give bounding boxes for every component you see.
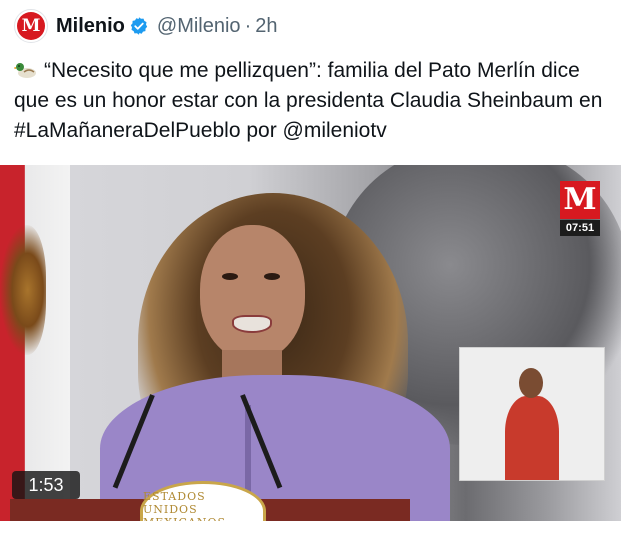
- speaker-mouth: [232, 315, 272, 333]
- channel-logo: M: [560, 181, 600, 219]
- channel-clock: 07:51: [560, 220, 600, 236]
- video-player[interactable]: ESTADOS UNIDOS MEXICANOS M 07:51 1:53: [0, 165, 621, 521]
- tweet-text: “Necesito que me pellizquen”: familia de…: [14, 59, 603, 142]
- video-duration: 1:53: [12, 471, 80, 499]
- sign-language-interpreter: [459, 347, 605, 481]
- tweet-header: M Milenio @Milenio · 2h: [14, 8, 611, 44]
- channel-logo-letter: M: [563, 182, 597, 217]
- author-name[interactable]: Milenio: [56, 15, 125, 38]
- separator-dot: ·: [244, 14, 252, 37]
- tweet-text-block: “Necesito que me pellizquen”: familia de…: [14, 56, 614, 146]
- verified-badge-icon: [130, 17, 148, 35]
- speaker-face: [200, 225, 305, 360]
- avatar[interactable]: M: [14, 9, 48, 43]
- avatar-logo: M: [17, 12, 45, 40]
- author-handle[interactable]: @Milenio: [157, 15, 241, 38]
- duck-icon: [14, 63, 36, 78]
- mexican-flag: [0, 165, 70, 521]
- seal-text: ESTADOS UNIDOS MEXICANOS: [143, 490, 225, 521]
- action-bar: [0, 521, 621, 541]
- timestamp[interactable]: 2h: [255, 15, 277, 38]
- speaker-eye-right: [264, 273, 280, 280]
- speaker-eye-left: [222, 273, 238, 280]
